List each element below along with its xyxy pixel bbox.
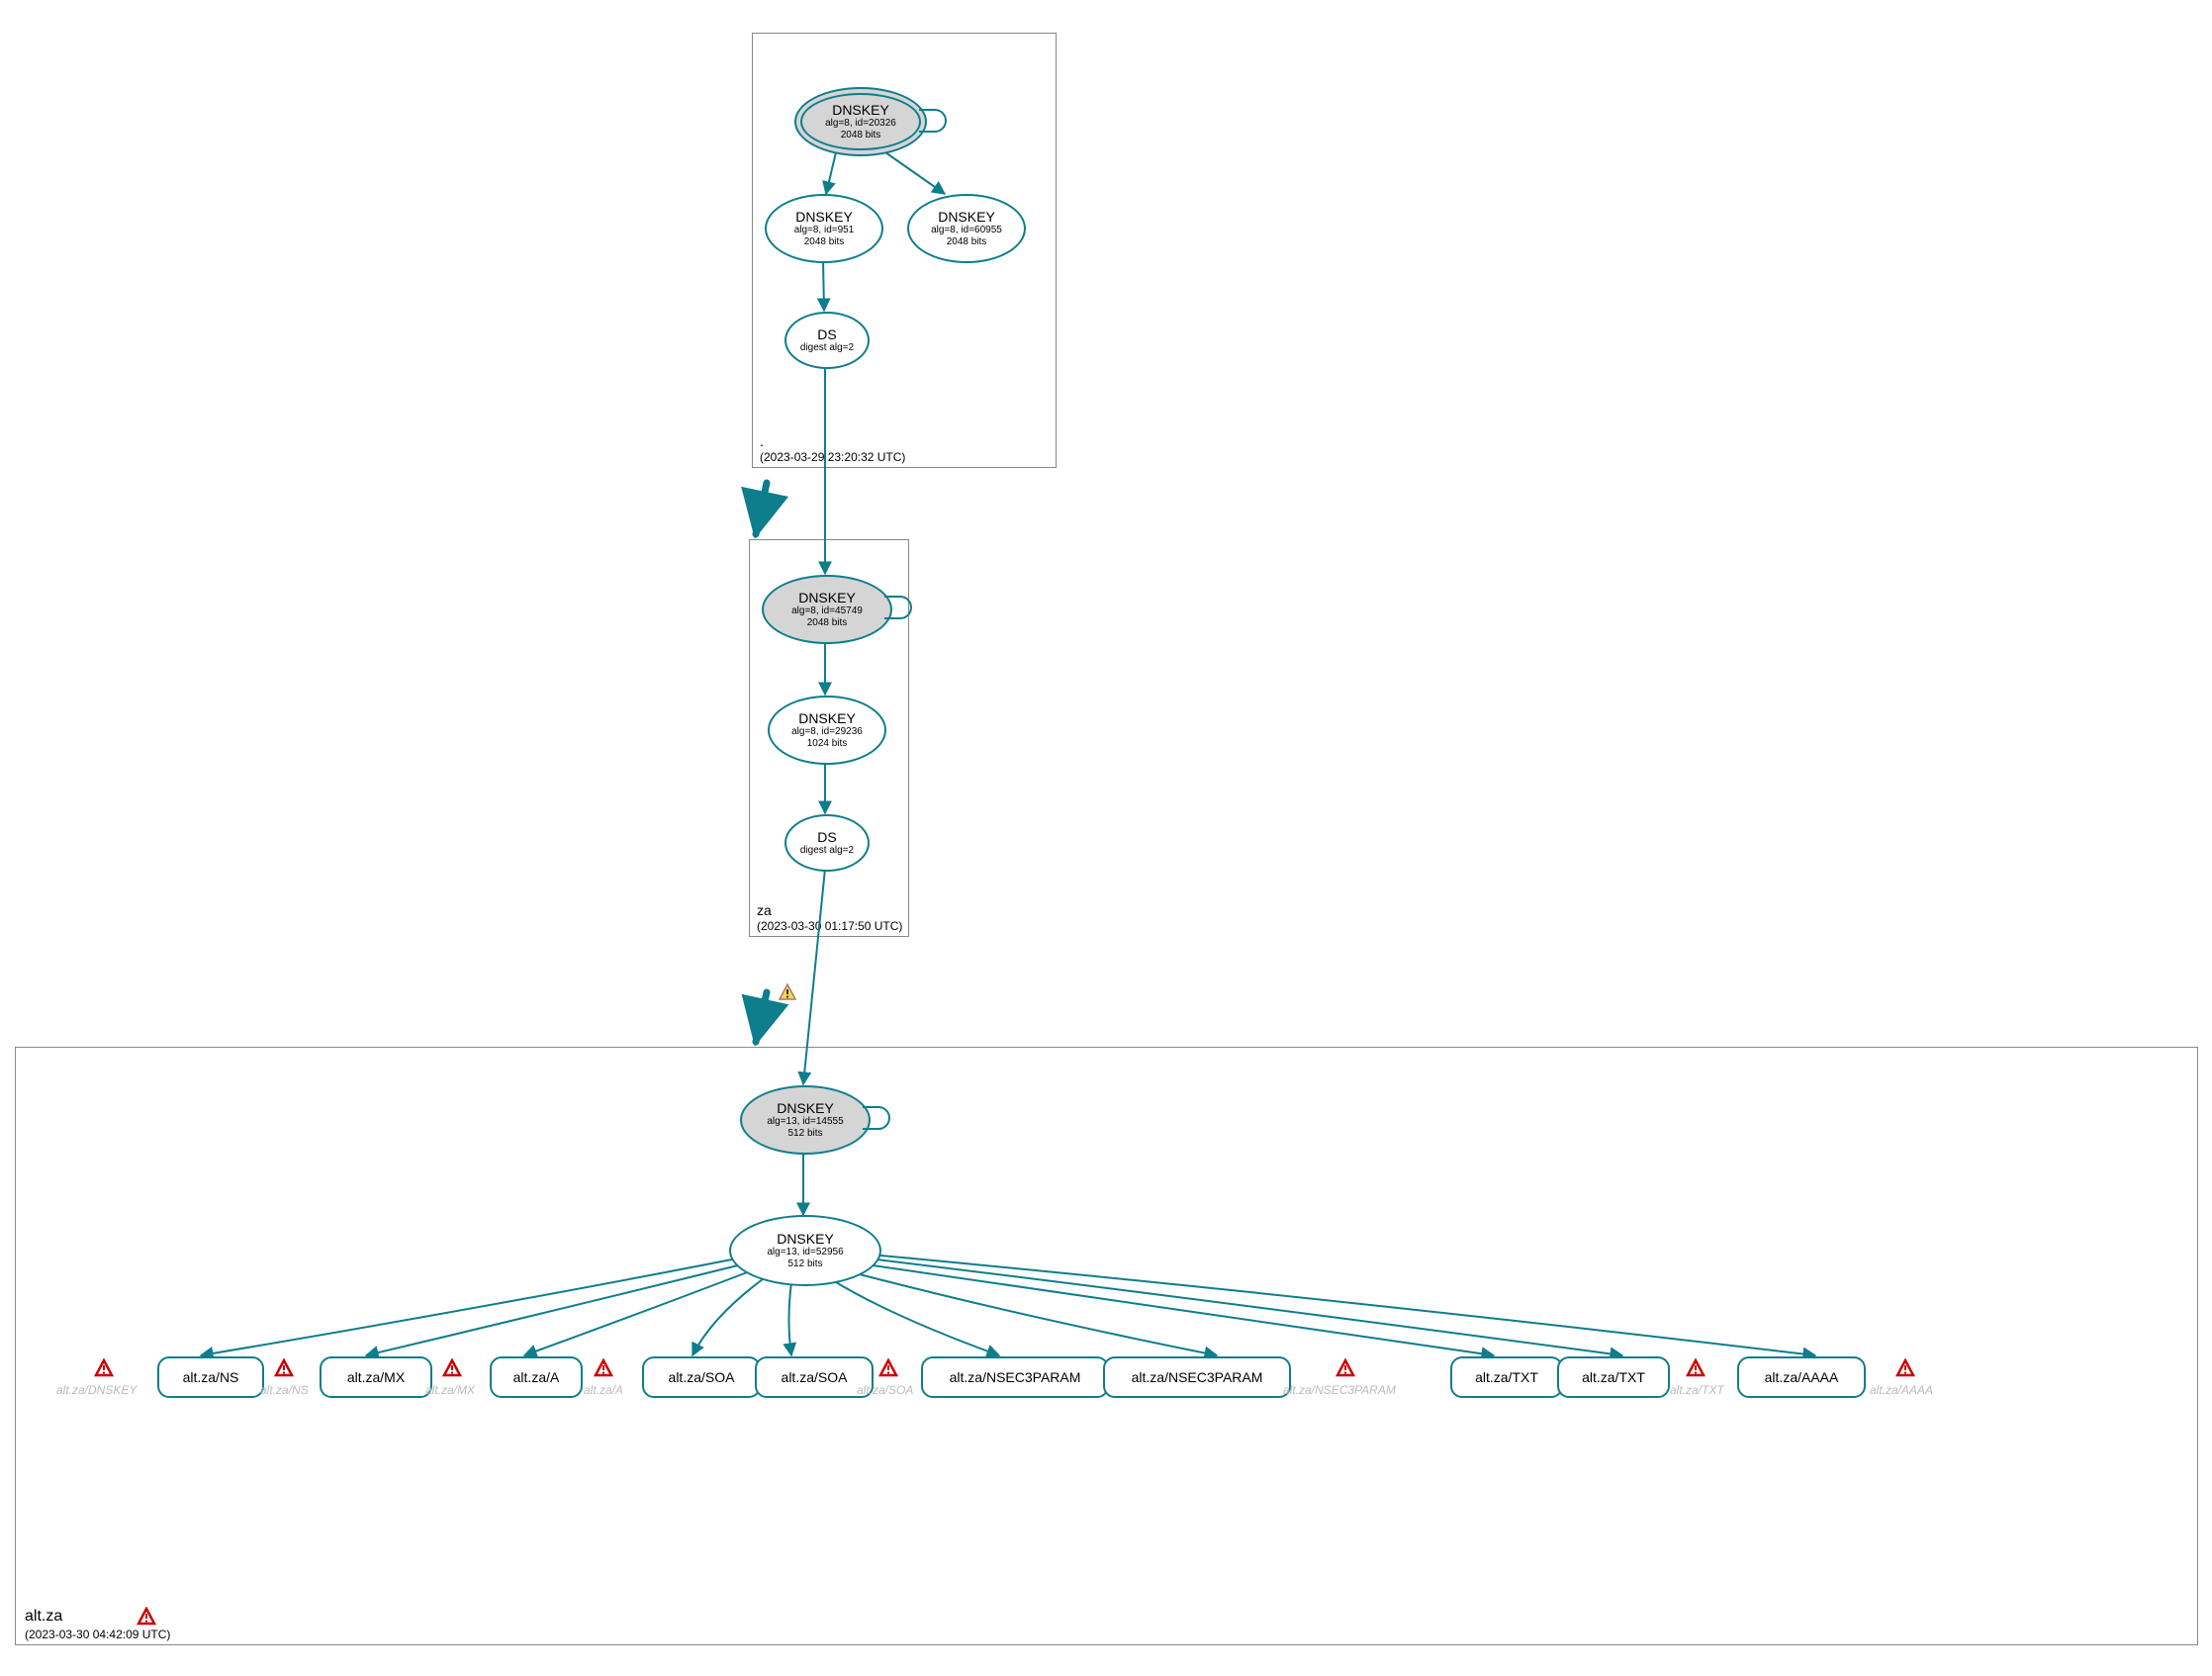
node-title: DNSKEY <box>938 209 995 226</box>
node-za-ksk[interactable]: DNSKEY alg=8, id=45749 2048 bits <box>762 575 892 644</box>
node-sub: digest alg=2 <box>800 845 854 857</box>
warning-icon[interactable] <box>137 1607 156 1627</box>
zone-za-ts: (2023-03-30 01:17:50 UTC) <box>757 919 902 933</box>
ghost-txt: alt.za/TXT <box>1670 1383 1724 1397</box>
node-sub: 2048 bits <box>807 617 848 629</box>
node-za-zsk[interactable]: DNSKEY alg=8, id=29236 1024 bits <box>768 696 886 765</box>
zone-za-name: za <box>757 902 772 918</box>
node-altza-zsk[interactable]: DNSKEY alg=13, id=52956 512 bits <box>729 1215 881 1286</box>
node-sub: alg=8, id=20326 <box>825 118 896 130</box>
node-sub: alg=8, id=951 <box>794 225 855 236</box>
node-root-zsk2[interactable]: DNSKEY alg=8, id=60955 2048 bits <box>907 194 1026 263</box>
node-sub: 1024 bits <box>807 738 848 750</box>
rr-ns[interactable]: alt.za/NS <box>157 1356 264 1398</box>
node-root-ds[interactable]: DS digest alg=2 <box>784 312 870 369</box>
rr-n3p2[interactable]: alt.za/NSEC3PARAM <box>1103 1356 1291 1398</box>
selfloop-icon <box>863 1106 890 1130</box>
ghost-dnskey: alt.za/DNSKEY <box>56 1383 137 1397</box>
rr-n3p1[interactable]: alt.za/NSEC3PARAM <box>921 1356 1109 1398</box>
rr-mx[interactable]: alt.za/MX <box>320 1356 432 1398</box>
selfloop-icon <box>884 596 912 619</box>
node-title: DS <box>817 829 836 846</box>
rr-txt2[interactable]: alt.za/TXT <box>1557 1356 1670 1398</box>
node-sub: alg=8, id=60955 <box>931 225 1002 236</box>
node-sub: 2048 bits <box>947 236 987 248</box>
warning-icon[interactable] <box>878 1358 898 1378</box>
node-sub: alg=8, id=29236 <box>791 726 863 738</box>
node-sub: 512 bits <box>787 1258 822 1270</box>
node-sub: digest alg=2 <box>800 342 854 354</box>
warning-icon[interactable] <box>1336 1358 1355 1378</box>
node-sub: 2048 bits <box>841 130 881 141</box>
ghost-ns: alt.za/NS <box>260 1383 309 1397</box>
rr-a[interactable]: alt.za/A <box>490 1356 583 1398</box>
warning-icon[interactable] <box>442 1358 462 1378</box>
node-root-ksk[interactable]: DNSKEY alg=8, id=20326 2048 bits <box>794 87 927 156</box>
rr-aaaa[interactable]: alt.za/AAAA <box>1737 1356 1866 1398</box>
node-sub: alg=13, id=14555 <box>767 1116 843 1128</box>
node-sub: alg=13, id=52956 <box>767 1247 843 1258</box>
rr-soa2[interactable]: alt.za/SOA <box>755 1356 874 1398</box>
ghost-aaaa: alt.za/AAAA <box>1870 1383 1933 1397</box>
ghost-n3p: alt.za/NSEC3PARAM <box>1283 1383 1396 1397</box>
zone-altza-name: alt.za <box>25 1608 62 1626</box>
warning-icon[interactable] <box>1895 1358 1915 1378</box>
node-za-ds[interactable]: DS digest alg=2 <box>784 814 870 872</box>
node-title: DNSKEY <box>795 209 853 226</box>
zone-root-name: . <box>760 433 764 449</box>
node-title: DNSKEY <box>777 1100 834 1117</box>
warning-icon[interactable] <box>1686 1358 1705 1378</box>
selfloop-icon <box>919 109 947 133</box>
node-title: DS <box>817 326 836 343</box>
node-title: DNSKEY <box>798 710 856 727</box>
ghost-mx: alt.za/MX <box>425 1383 475 1397</box>
warning-icon[interactable] <box>778 982 797 1002</box>
node-sub: 2048 bits <box>804 236 845 248</box>
node-root-zsk[interactable]: DNSKEY alg=8, id=951 2048 bits <box>765 194 883 263</box>
ghost-a: alt.za/A <box>584 1383 623 1397</box>
node-title: DNSKEY <box>832 102 889 119</box>
warning-icon[interactable] <box>594 1358 613 1378</box>
rr-soa1[interactable]: alt.za/SOA <box>642 1356 761 1398</box>
warning-icon[interactable] <box>94 1358 114 1378</box>
zone-altza <box>15 1047 2198 1645</box>
node-altza-ksk[interactable]: DNSKEY alg=13, id=14555 512 bits <box>740 1085 871 1155</box>
node-sub: alg=8, id=45749 <box>791 605 863 617</box>
zone-altza-ts: (2023-03-30 04:42:09 UTC) <box>25 1628 170 1641</box>
node-title: DNSKEY <box>777 1231 834 1248</box>
zone-root-ts: (2023-03-29 23:20:32 UTC) <box>760 450 905 464</box>
rr-txt1[interactable]: alt.za/TXT <box>1450 1356 1563 1398</box>
node-title: DNSKEY <box>798 590 856 606</box>
ghost-soa: alt.za/SOA <box>857 1383 913 1397</box>
node-sub: 512 bits <box>787 1128 822 1140</box>
warning-icon[interactable] <box>274 1358 294 1378</box>
